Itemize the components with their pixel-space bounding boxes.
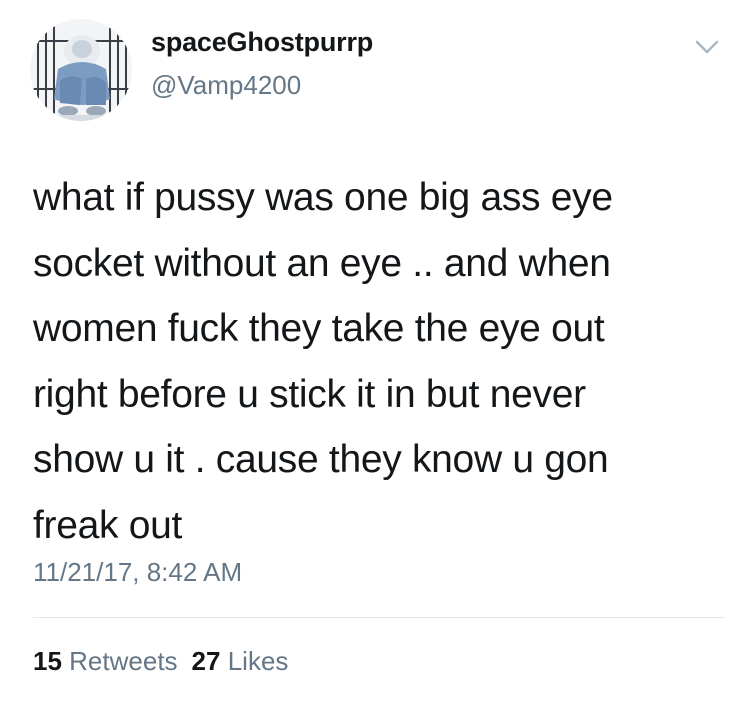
tweet-text-line: what if pussy was one big ass eye bbox=[33, 176, 613, 219]
likes-count: 27 bbox=[191, 646, 221, 676]
avatar[interactable] bbox=[30, 19, 132, 121]
retweets-stat[interactable]: 15 Retweets bbox=[33, 646, 178, 676]
likes-stat[interactable]: 27 Likes bbox=[192, 646, 289, 676]
tweet-timestamp[interactable]: 11/21/17, 8:42 AM bbox=[33, 557, 242, 588]
retweets-label: Retweets bbox=[69, 646, 178, 676]
likes-label: Likes bbox=[227, 646, 289, 676]
tweet-text-line: freak out bbox=[33, 503, 183, 547]
retweets-count: 15 bbox=[33, 646, 62, 676]
chevron-down-icon[interactable] bbox=[693, 37, 721, 57]
avatar-photo bbox=[30, 19, 132, 121]
tweet-text-line: women fuck they take the eye out bbox=[33, 307, 605, 350]
tweet-text-line: show u it . cause they know u gon bbox=[33, 438, 609, 481]
user-handle[interactable]: @Vamp4200 bbox=[151, 70, 301, 101]
display-name[interactable]: spaceGhostpurrp bbox=[151, 27, 373, 58]
tweet-text-line: socket without an eye .. and when bbox=[33, 241, 611, 285]
tweet-text: what if pussy was one big ass eye socket… bbox=[33, 165, 723, 558]
tweet-card: spaceGhostpurrp @Vamp4200 what if pussy … bbox=[0, 0, 749, 705]
tweet-stats: 15 Retweets 27 Likes bbox=[33, 646, 288, 677]
tweet-text-line: right before u stick it in but never bbox=[33, 372, 586, 416]
divider bbox=[33, 617, 725, 618]
